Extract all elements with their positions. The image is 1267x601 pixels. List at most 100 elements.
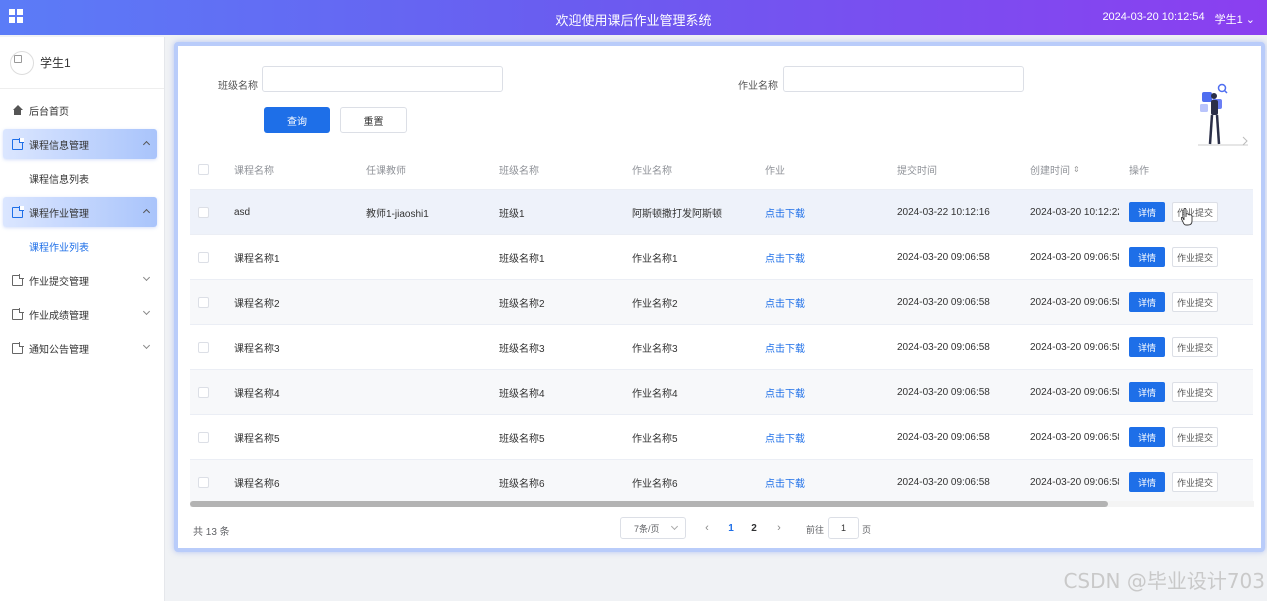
course-name-cell: asd xyxy=(234,206,251,218)
column-header: 提交时间 xyxy=(897,166,937,177)
submit-homework-button[interactable]: 作业提交 xyxy=(1172,247,1218,267)
table-row[interactable]: 课程名称2 班级名称2 作业名称2 点击下载 2024-03-20 09:06:… xyxy=(190,280,1123,325)
submit-time-cell: 2024-03-20 09:06:58 xyxy=(897,296,990,308)
caret-down-icon: ⌄ xyxy=(1245,14,1255,26)
next-page-button[interactable]: › xyxy=(768,517,790,539)
homework-name-input[interactable] xyxy=(783,66,1024,92)
horizontal-scrollbar[interactable] xyxy=(190,501,1254,507)
class-name-input[interactable] xyxy=(262,66,503,92)
row-checkbox[interactable] xyxy=(198,386,209,398)
course-name-cell: 课程名称5 xyxy=(234,433,280,445)
sidebar: 学生1 后台首页 课程信息管理 课程信息列表 课程作业管理 课程作业列表 作业提… xyxy=(0,37,165,601)
document-icon xyxy=(12,307,24,320)
chevron-down-icon xyxy=(670,522,679,531)
course-name-cell: 课程名称2 xyxy=(234,298,280,310)
submit-homework-button[interactable]: 作业提交 xyxy=(1172,337,1218,357)
sidebar-subitem-course-list[interactable]: 课程信息列表 xyxy=(0,163,164,193)
operations-cell: 详情 作业提交 xyxy=(1119,460,1253,505)
download-link[interactable]: 点击下载 xyxy=(765,235,805,279)
sidebar-item-homework-submit[interactable]: 作业提交管理 xyxy=(3,265,157,295)
create-time-cell: 2024-03-20 09:06:58 xyxy=(1030,386,1123,398)
prev-page-button[interactable]: ‹ xyxy=(696,517,718,539)
sidebar-subitem-homework-list[interactable]: 课程作业列表 xyxy=(0,231,164,261)
detail-button[interactable]: 详情 xyxy=(1129,292,1165,312)
create-time-cell: 2024-03-20 09:06:58 xyxy=(1030,476,1123,488)
submit-homework-button[interactable]: 作业提交 xyxy=(1172,427,1218,447)
teacher-cell: 教师1-jiaoshi1 xyxy=(366,208,429,220)
homework-name-cell: 作业名称3 xyxy=(632,343,678,355)
document-icon xyxy=(12,137,24,150)
download-link[interactable]: 点击下载 xyxy=(765,325,805,369)
homework-name-cell: 阿斯顿撒打发阿斯顿 xyxy=(632,208,722,220)
profile: 学生1 xyxy=(0,37,164,89)
table-row[interactable]: 课程名称5 班级名称5 作业名称5 点击下载 2024-03-20 09:06:… xyxy=(190,415,1123,460)
apps-grid-icon[interactable] xyxy=(9,9,23,23)
download-link[interactable]: 点击下载 xyxy=(765,370,805,414)
goto-page-input[interactable]: 1 xyxy=(828,517,859,539)
submit-homework-button[interactable]: 作业提交 xyxy=(1172,292,1218,312)
download-link[interactable]: 点击下载 xyxy=(765,460,805,504)
download-link[interactable]: 点击下载 xyxy=(765,190,805,234)
submit-homework-button[interactable]: 作业提交 xyxy=(1172,382,1218,402)
homework-name-cell: 作业名称2 xyxy=(632,298,678,310)
page-1-button[interactable]: 1 xyxy=(720,517,742,539)
operations-cell: 详情 作业提交 xyxy=(1119,415,1253,460)
sidebar-item-notice[interactable]: 通知公告管理 xyxy=(3,333,157,363)
create-time-cell: 2024-03-20 09:06:58 xyxy=(1030,341,1123,353)
sidebar-item-label: 课程作业管理 xyxy=(29,208,89,220)
detail-button[interactable]: 详情 xyxy=(1129,247,1165,267)
table-row[interactable]: asd 教师1-jiaoshi1 班级1 阿斯顿撒打发阿斯顿 点击下载 2024… xyxy=(190,190,1123,235)
table-row[interactable]: 课程名称1 班级名称1 作业名称1 点击下载 2024-03-20 09:06:… xyxy=(190,235,1123,280)
query-button[interactable]: 查询 xyxy=(264,107,330,133)
create-time-cell: 2024-03-20 10:12:22 xyxy=(1030,206,1123,218)
scrollbar-thumb[interactable] xyxy=(190,501,1108,507)
page-size-select[interactable]: 7条/页 xyxy=(620,517,686,539)
page-2-button[interactable]: 2 xyxy=(743,517,765,539)
submit-homework-button[interactable]: 作业提交 xyxy=(1172,472,1218,492)
class-name-cell: 班级名称5 xyxy=(499,433,545,445)
sidebar-item-course-homework[interactable]: 课程作业管理 xyxy=(3,197,157,227)
row-checkbox[interactable] xyxy=(198,476,209,488)
table-row[interactable]: 课程名称3 班级名称3 作业名称3 点击下载 2024-03-20 09:06:… xyxy=(190,325,1123,370)
course-name-cell: 课程名称1 xyxy=(234,253,280,265)
download-link[interactable]: 点击下载 xyxy=(765,280,805,324)
profile-name: 学生1 xyxy=(40,56,71,70)
table-row[interactable]: 课程名称4 班级名称4 作业名称4 点击下载 2024-03-20 09:06:… xyxy=(190,370,1123,415)
homework-name-cell: 作业名称1 xyxy=(632,253,678,265)
class-name-cell: 班级名称4 xyxy=(499,388,545,400)
homework-name-label: 作业名称 xyxy=(738,81,778,92)
user-menu[interactable]: 学生1 ⌄ xyxy=(1215,11,1255,27)
sort-icon[interactable]: ⇕ xyxy=(1073,165,1080,174)
download-link[interactable]: 点击下载 xyxy=(765,415,805,459)
sidebar-item-course-info[interactable]: 课程信息管理 xyxy=(3,129,157,159)
sidebar-item-home[interactable]: 后台首页 xyxy=(3,95,157,125)
decorative-illustration xyxy=(1198,83,1248,146)
sidebar-item-homework-score[interactable]: 作业成绩管理 xyxy=(3,299,157,329)
column-header-sortable[interactable]: 创建时间 ⇕ xyxy=(1030,150,1080,189)
class-name-cell: 班级名称2 xyxy=(499,298,545,310)
detail-button[interactable]: 详情 xyxy=(1129,202,1165,222)
operations-cell: 详情 作业提交 xyxy=(1119,325,1253,370)
detail-button[interactable]: 详情 xyxy=(1129,427,1165,447)
chevron-down-icon xyxy=(142,307,151,316)
class-name-cell: 班级名称3 xyxy=(499,343,545,355)
row-checkbox[interactable] xyxy=(198,296,209,308)
reset-button[interactable]: 重置 xyxy=(340,107,407,133)
submit-time-cell: 2024-03-22 10:12:16 xyxy=(897,206,990,218)
detail-button[interactable]: 详情 xyxy=(1129,472,1165,492)
goto-label: 前往 xyxy=(806,525,825,535)
table-row[interactable]: 课程名称6 班级名称6 作业名称6 点击下载 2024-03-20 09:06:… xyxy=(190,460,1123,505)
homework-name-cell: 作业名称6 xyxy=(632,478,678,490)
submit-homework-button[interactable]: 作业提交 xyxy=(1172,202,1218,222)
row-checkbox[interactable] xyxy=(198,251,209,263)
column-header: 课程名称 xyxy=(234,166,274,177)
row-checkbox[interactable] xyxy=(198,206,209,218)
chevron-up-icon xyxy=(142,140,151,149)
select-all-checkbox[interactable] xyxy=(198,164,209,175)
detail-button[interactable]: 详情 xyxy=(1129,382,1165,402)
row-checkbox[interactable] xyxy=(198,341,209,353)
top-header: 欢迎使用课后作业管理系统 2024-03-20 10:12:54 学生1 ⌄ xyxy=(0,0,1267,35)
row-checkbox[interactable] xyxy=(198,431,209,443)
detail-button[interactable]: 详情 xyxy=(1129,337,1165,357)
course-name-cell: 课程名称6 xyxy=(234,478,280,490)
